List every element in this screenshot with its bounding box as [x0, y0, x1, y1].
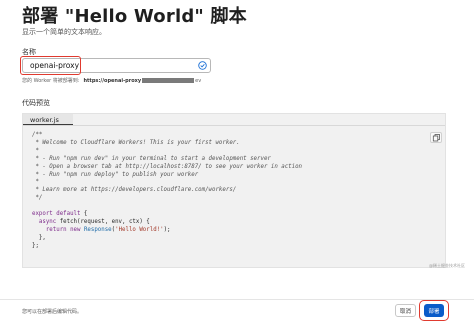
code-line: export default { — [32, 211, 302, 219]
code-token: { — [80, 211, 88, 218]
name-highlight-frame — [20, 56, 81, 75]
code-line: /** — [32, 132, 302, 140]
code-token: * Learn more at https://developers.cloud… — [32, 187, 237, 194]
code-line: }, — [32, 235, 302, 243]
footer-divider — [0, 299, 474, 300]
code-preview-label: 代码预览 — [22, 99, 50, 107]
code-token: 'Hello World!' — [115, 226, 164, 233]
code-line: * - Open a browser tab at http://localho… — [32, 164, 302, 172]
deploy-highlight-frame — [419, 300, 449, 321]
code-token: fetch(request, env, ctx) { — [59, 218, 150, 225]
code-editor: worker.js /** * Welcome to Cloudflare Wo… — [22, 113, 446, 268]
tab-strip — [23, 125, 445, 126]
route-suffix: ev — [195, 77, 202, 84]
check-circle-icon — [198, 61, 207, 70]
page-subtitle: 显示一个简单的文本响应。 — [22, 28, 106, 36]
code-token: */ — [32, 195, 43, 202]
code-token: /** — [32, 132, 43, 138]
code-token: export default — [32, 211, 81, 218]
code-line: * Welcome to Cloudflare Workers! This is… — [32, 140, 302, 148]
page-title: 部署 "Hello World" 脚本 — [22, 6, 247, 27]
code-token: * - Open a browser tab at http://localho… — [32, 163, 303, 170]
route-host: openai-proxy — [104, 77, 142, 84]
code-token: * Welcome to Cloudflare Workers! This is… — [32, 139, 240, 146]
code-token: }, — [32, 234, 46, 241]
footer-note: 您可以在部署后编辑代码。 — [22, 309, 83, 315]
redaction-bar — [142, 78, 195, 83]
code-line: * — [32, 148, 302, 156]
code-line: * - Run "npm run deploy" to publish your… — [32, 172, 302, 180]
code-line: * — [32, 179, 302, 187]
cancel-button[interactable]: 取消 — [395, 304, 416, 317]
code-token: * - Run "npm run dev" in your terminal t… — [32, 155, 271, 162]
code-line: * Learn more at https://developers.cloud… — [32, 187, 302, 195]
route-protocol: https:// — [83, 77, 105, 84]
copy-icon — [432, 134, 440, 142]
code-line: return new Response('Hello World!'); — [32, 227, 302, 235]
code-line: }; — [32, 243, 302, 251]
copy-button[interactable] — [430, 132, 442, 143]
route-prefix: 您的 Worker 将被部署到: — [22, 78, 80, 84]
route-line: 您的 Worker 将被部署到: https:// openai-proxy e… — [22, 77, 202, 85]
code-token: return new — [32, 226, 84, 233]
code-block: /** * Welcome to Cloudflare Workers! Thi… — [32, 132, 302, 251]
code-token: Response — [83, 226, 112, 233]
code-token: * — [32, 179, 39, 186]
code-line: * - Run "npm run dev" in your terminal t… — [32, 156, 302, 164]
code-token: async — [32, 218, 60, 225]
code-line: */ — [32, 195, 302, 203]
code-token: * - Run "npm run deploy" to publish your… — [32, 171, 199, 178]
watermark: @稀土掘金技术社区 — [429, 263, 465, 268]
code-line: async fetch(request, env, ctx) { — [32, 219, 302, 227]
code-token: }; — [32, 242, 39, 249]
code-token: ); — [163, 226, 171, 233]
code-token: * — [32, 147, 39, 154]
